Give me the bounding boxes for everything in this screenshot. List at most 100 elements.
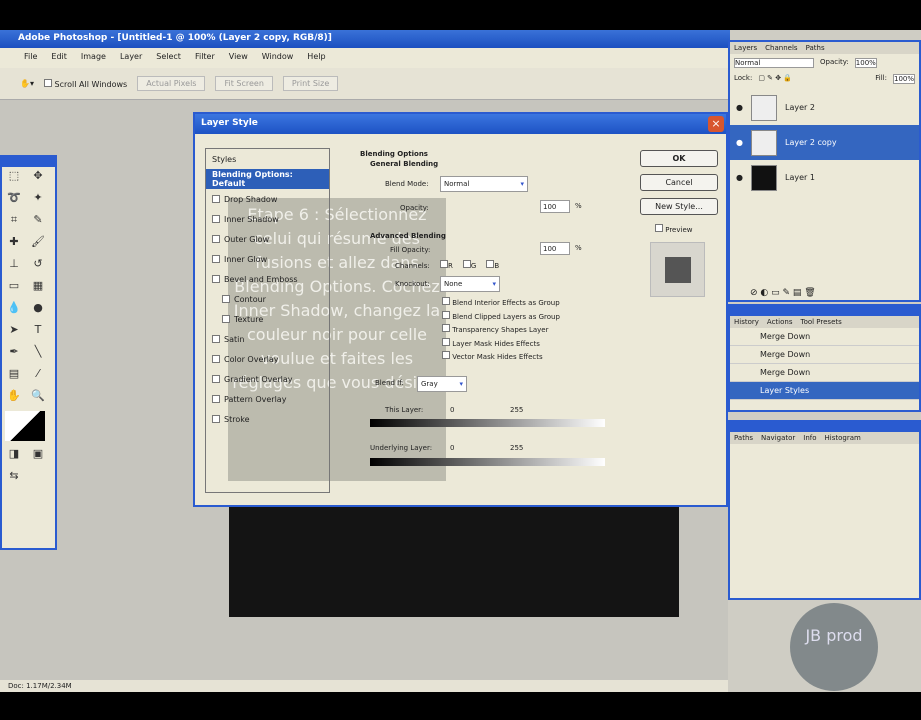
crop-tool-icon[interactable]: ⌗ <box>5 213 23 231</box>
style-item[interactable]: Outer Glow <box>206 229 275 249</box>
history-item[interactable]: Merge Down <box>730 328 919 346</box>
check-item[interactable]: Layer Mask Hides Effects <box>442 337 560 352</box>
zoom-tool-icon[interactable]: 🔍 <box>29 389 47 407</box>
new-style-button[interactable]: New Style... <box>640 198 718 215</box>
underlying-slider[interactable] <box>370 458 605 466</box>
eye-icon[interactable]: ● <box>736 138 743 147</box>
eye-icon[interactable]: ● <box>736 103 743 112</box>
opacity-value[interactable]: 100% <box>854 58 877 68</box>
eyedropper-tool-icon[interactable]: ⁄ <box>29 367 47 385</box>
style-item[interactable]: Color Overlay <box>206 349 285 369</box>
eye-icon[interactable]: ● <box>736 173 743 182</box>
ok-button[interactable]: OK <box>640 150 718 167</box>
color-swatches-icon[interactable] <box>5 411 45 441</box>
blend-mode-dropdown[interactable]: Normal <box>734 58 814 68</box>
blend-if-select[interactable]: Gray ▾ <box>417 376 467 392</box>
notes-tool-icon[interactable]: ▤ <box>5 367 23 385</box>
menu-image[interactable]: Image <box>81 52 106 68</box>
style-item[interactable]: Texture <box>206 309 269 329</box>
cancel-button[interactable]: Cancel <box>640 174 718 191</box>
menu-edit[interactable]: Edit <box>51 52 67 68</box>
history-brush-icon[interactable]: ↺ <box>29 257 47 275</box>
history-item[interactable]: Layer Styles <box>730 382 919 400</box>
preview-checkbox[interactable]: Preview <box>655 224 692 234</box>
fill-opacity-input[interactable]: 100 <box>540 242 570 255</box>
eraser-tool-icon[interactable]: ▭ <box>5 279 23 297</box>
type-tool-icon[interactable]: T <box>29 323 47 341</box>
lasso-tool-icon[interactable]: ➰ <box>5 191 23 209</box>
dodge-tool-icon[interactable]: ● <box>29 301 47 319</box>
stamp-tool-icon[interactable]: ⊥ <box>5 257 23 275</box>
tab-paths[interactable]: Paths <box>806 44 825 52</box>
style-item[interactable]: Inner Shadow <box>206 209 285 229</box>
actual-pixels-button[interactable]: Actual Pixels <box>137 76 206 91</box>
blur-tool-icon[interactable]: 💧 <box>5 301 23 319</box>
layer-row[interactable]: ● Layer 1 <box>730 160 919 195</box>
history-item[interactable]: Merge Down <box>730 346 919 364</box>
shape-tool-icon[interactable]: ╲ <box>29 345 47 363</box>
tab-history[interactable]: History <box>734 318 759 326</box>
opacity-input[interactable]: 100 <box>540 200 570 213</box>
tab-tool-presets[interactable]: Tool Presets <box>800 318 841 326</box>
blend-mode-select[interactable]: Normal ▾ <box>440 176 528 192</box>
close-icon[interactable]: × <box>708 116 724 132</box>
hand-tool-icon[interactable]: ✋▾ <box>20 79 34 88</box>
channel-r-checkbox[interactable]: R <box>440 260 453 270</box>
style-item[interactable]: Drop Shadow <box>206 189 283 209</box>
lock-icons[interactable]: ▢ ✎ ✥ 🔒 <box>758 74 792 84</box>
tab-layers[interactable]: Layers <box>734 44 757 52</box>
style-item[interactable]: Gradient Overlay <box>206 369 298 389</box>
pen-tool-icon[interactable]: ✒ <box>5 345 23 363</box>
tab-navigator[interactable]: Navigator <box>761 434 795 442</box>
menu-select[interactable]: Select <box>156 52 181 68</box>
layer-actions-icons[interactable]: ⊘ ◐ ▭ ✎ ▤ 🗑 <box>750 288 816 298</box>
style-item[interactable]: Stroke <box>206 409 256 429</box>
menu-filter[interactable]: Filter <box>195 52 215 68</box>
style-item[interactable]: Contour <box>206 289 272 309</box>
tab-channels[interactable]: Channels <box>765 44 797 52</box>
menu-file[interactable]: File <box>24 52 37 68</box>
move-tool-icon[interactable]: ✥ <box>29 169 47 187</box>
brush-tool-icon[interactable]: 🖌 <box>29 235 47 253</box>
fit-screen-button[interactable]: Fit Screen <box>215 76 273 91</box>
style-item-styles[interactable]: Styles <box>206 149 242 169</box>
menu-view[interactable]: View <box>229 52 248 68</box>
channel-b-checkbox[interactable]: B <box>486 260 499 270</box>
wand-tool-icon[interactable]: ✦ <box>29 191 47 209</box>
check-item[interactable]: Blend Interior Effects as Group <box>442 297 560 311</box>
heal-tool-icon[interactable]: ✚ <box>5 235 23 253</box>
scroll-all-checkbox[interactable]: Scroll All Windows <box>43 78 127 89</box>
history-item[interactable]: Merge Down <box>730 364 919 382</box>
jump-to-imageready-icon[interactable]: ⇆ <box>5 469 23 487</box>
fill-value[interactable]: 100% <box>892 74 915 84</box>
tab-actions[interactable]: Actions <box>767 318 793 326</box>
channel-g-checkbox[interactable]: G <box>462 260 476 270</box>
tab-histogram[interactable]: Histogram <box>825 434 861 442</box>
style-item[interactable]: Bevel and Emboss <box>206 269 304 289</box>
menu-help[interactable]: Help <box>307 52 325 68</box>
hand-tool-icon[interactable]: ✋ <box>5 389 23 407</box>
marquee-tool-icon[interactable]: ⬚ <box>5 169 23 187</box>
path-tool-icon[interactable]: ➤ <box>5 323 23 341</box>
style-item[interactable]: Satin <box>206 329 250 349</box>
quick-mask-icon[interactable]: ◨ <box>5 447 23 465</box>
gradient-tool-icon[interactable]: ▦ <box>29 279 47 297</box>
check-item[interactable]: Blend Clipped Layers as Group <box>442 310 560 325</box>
document-canvas[interactable] <box>229 507 679 617</box>
tab-info[interactable]: Info <box>803 434 816 442</box>
menu-window[interactable]: Window <box>262 52 294 68</box>
screen-mode-icon[interactable]: ▣ <box>29 447 47 465</box>
this-layer-slider[interactable] <box>370 419 605 427</box>
print-size-button[interactable]: Print Size <box>282 76 339 91</box>
tab-paths[interactable]: Paths <box>734 434 753 442</box>
menu-layer[interactable]: Layer <box>120 52 142 68</box>
layer-row[interactable]: ● Layer 2 <box>730 90 919 125</box>
check-item[interactable]: Vector Mask Hides Effects <box>442 351 560 365</box>
style-item-blending-options[interactable]: Blending Options: Default <box>206 169 329 189</box>
style-item[interactable]: Pattern Overlay <box>206 389 292 409</box>
slice-tool-icon[interactable]: ✎ <box>29 213 47 231</box>
style-item[interactable]: Inner Glow <box>206 249 273 269</box>
check-item[interactable]: Transparency Shapes Layer <box>442 324 560 338</box>
layer-row[interactable]: ● Layer 2 copy <box>730 125 919 160</box>
knockout-select[interactable]: None ▾ <box>440 276 500 292</box>
